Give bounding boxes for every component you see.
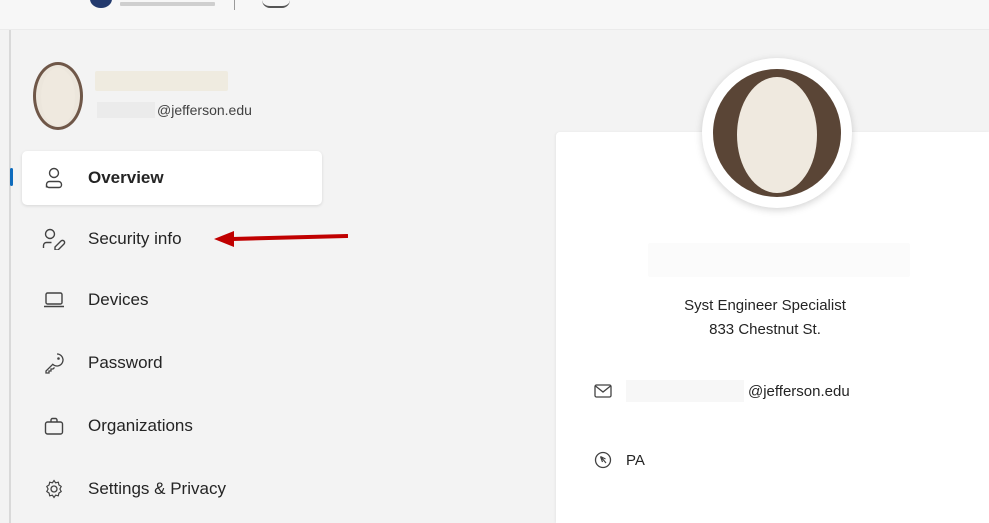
sidebar-item-label: Organizations	[88, 415, 193, 435]
sidebar-item-overview[interactable]: Overview	[10, 151, 322, 205]
profile-name-redacted	[648, 243, 910, 277]
avatar	[33, 62, 83, 130]
app-name-fragment	[262, 0, 290, 8]
sidebar-item-label: Settings & Privacy	[88, 478, 226, 498]
header-divider	[234, 0, 235, 10]
profile-avatar	[702, 58, 852, 208]
profile-location: PA	[626, 451, 645, 469]
profile-email-row: @jefferson.edu	[594, 380, 850, 402]
key-icon	[42, 351, 66, 375]
location-compass-icon	[594, 451, 612, 469]
profile-address: 833 Chestnut St.	[709, 321, 821, 338]
sidebar-item-label: Security info	[88, 229, 182, 248]
email-local-part-redacted	[97, 102, 155, 118]
user-name-redacted	[95, 71, 228, 91]
my-account-page: @jefferson.edu Overview Security info De…	[0, 0, 989, 523]
sidebar-item-settings-privacy[interactable]: Settings & Privacy	[22, 457, 322, 520]
profile-job-title: Syst Engineer Specialist	[684, 297, 846, 314]
profile-photo	[713, 69, 841, 197]
briefcase-icon	[42, 414, 66, 438]
sidebar-item-label: Devices	[88, 289, 149, 309]
top-header	[0, 0, 989, 30]
mail-icon	[594, 382, 612, 400]
profile-email-local-redacted	[626, 380, 744, 402]
profile-location-row: PA	[594, 451, 645, 469]
person-key-icon	[42, 227, 66, 251]
left-edge-line	[9, 30, 11, 523]
sidebar-item-label: Overview	[88, 168, 164, 187]
organization-logo-text	[120, 2, 215, 6]
sidebar-item-password[interactable]: Password	[22, 331, 322, 394]
laptop-icon	[42, 288, 66, 312]
sidebar-item-label: Password	[88, 352, 163, 372]
sidebar-item-devices[interactable]: Devices	[22, 268, 322, 331]
user-email-domain: @jefferson.edu	[157, 102, 252, 118]
sidebar-item-organizations[interactable]: Organizations	[22, 394, 322, 457]
gear-icon	[42, 477, 66, 501]
organization-logo	[90, 0, 112, 8]
annotation-arrow	[214, 231, 348, 247]
profile-email-domain: @jefferson.edu	[748, 382, 850, 400]
person-icon	[42, 166, 66, 190]
user-email: @jefferson.edu	[97, 100, 252, 120]
sidebar-nav: Overview Security info Devices Password …	[10, 151, 322, 520]
